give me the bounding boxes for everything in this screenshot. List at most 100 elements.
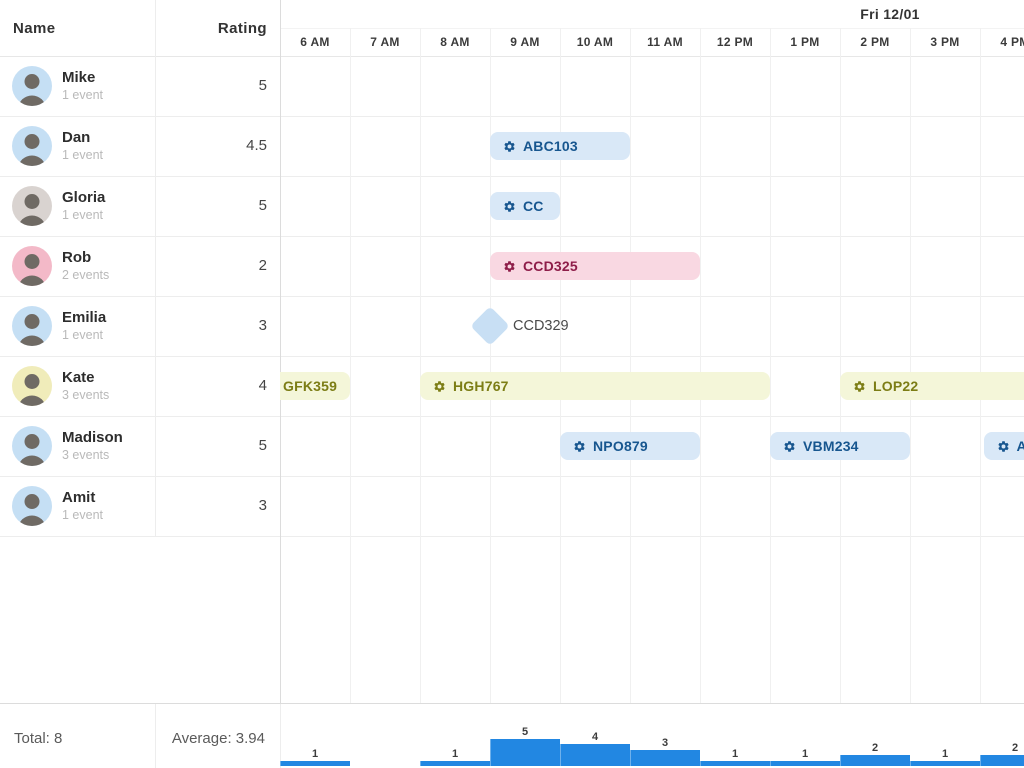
person-silhouette-icon: [12, 126, 52, 166]
event-label: GFK359: [283, 378, 337, 394]
person-silhouette-icon: [12, 306, 52, 346]
resource-event-count: 2 events: [62, 268, 109, 282]
resource-row: Gloria 1 event 5: [0, 176, 280, 236]
timeline-grid: ABC103 CC CCD325 CCD329 GFK359 HGH767 LOP22 NPO…: [280, 0, 1024, 703]
event-VBM234[interactable]: VBM234: [770, 432, 910, 460]
grid-line: [350, 28, 351, 703]
resource-rating: 4.5: [155, 137, 267, 154]
event-label: CCD325: [523, 258, 578, 274]
grid-line: [840, 28, 841, 703]
gear-icon: [853, 380, 866, 393]
gear-icon: [433, 380, 446, 393]
histogram-bar: [630, 750, 700, 767]
avatar: [12, 486, 52, 526]
resource-row: Mike1 event5: [0, 56, 280, 116]
gear-icon: [503, 260, 516, 273]
grid-line: [700, 28, 701, 703]
resource-name: Dan: [62, 129, 90, 146]
event-histogram: 1154311212: [280, 704, 1024, 768]
resource-row: Amit 1 event 3: [0, 476, 280, 536]
summary-average: Average: 3.94: [155, 730, 265, 747]
resource-event-count: 1 event: [62, 328, 103, 342]
event-label: LOP22: [873, 378, 918, 394]
grid-line: [770, 28, 771, 703]
name-column-header: Name: [13, 20, 55, 37]
avatar: [12, 126, 52, 166]
event-NPO879[interactable]: NPO879: [560, 432, 700, 460]
event-HGH767[interactable]: HGH767: [420, 372, 770, 400]
histogram-bar: [840, 755, 910, 766]
rating-column-header: Rating: [155, 20, 267, 37]
resource-row: Kate3 events4: [0, 356, 280, 416]
histogram-bar: [490, 739, 560, 767]
event-label: A: [1017, 438, 1024, 454]
event-label: HGH767: [453, 378, 509, 394]
avatar: [12, 246, 52, 286]
event-CC[interactable]: CC: [490, 192, 560, 220]
gear-icon: [503, 140, 516, 153]
resource-row: Dan1 event4.5: [0, 116, 280, 176]
person-silhouette-icon: [12, 366, 52, 406]
person-silhouette-icon: [12, 186, 52, 226]
avatar: [12, 66, 52, 106]
milestone-CCD329[interactable]: [470, 306, 510, 346]
grid-line: [910, 28, 911, 703]
summary-total: Total: 8: [14, 730, 62, 747]
event-CCD325[interactable]: CCD325: [490, 252, 700, 280]
histogram-bar: [700, 761, 770, 767]
resource-rating: 3: [155, 497, 267, 514]
histogram-bar: [770, 761, 840, 767]
histogram-value: 1: [700, 748, 770, 760]
histogram-value: 2: [980, 742, 1024, 754]
avatar: [12, 426, 52, 466]
histogram-bar: [420, 761, 490, 767]
resource-name: Emilia: [62, 309, 106, 326]
resource-row: Rob2 events2: [0, 236, 280, 296]
resource-row: Emilia1 event3: [0, 296, 280, 356]
histogram-value: 4: [560, 731, 630, 743]
resource-event-count: 3 events: [62, 388, 109, 402]
histogram-value: 1: [910, 748, 980, 760]
event-LOP22[interactable]: LOP22: [840, 372, 1024, 400]
histogram-value: 1: [420, 748, 490, 760]
avatar: [12, 306, 52, 346]
event-label: VBM234: [803, 438, 859, 454]
event-label: CC: [523, 198, 544, 214]
milestone-label: CCD329: [513, 311, 569, 341]
gear-icon: [503, 200, 516, 213]
grid-line: [490, 28, 491, 703]
person-silhouette-icon: [12, 246, 52, 286]
event-GFK359[interactable]: GFK359: [280, 372, 350, 400]
gear-icon: [573, 440, 586, 453]
resource-event-count: 1 event: [62, 508, 103, 522]
gear-icon: [783, 440, 796, 453]
scheduler-app: Fri 12/01 6 AM7 AM8 AM9 AM10 AM11 AM12 P…: [0, 0, 1024, 768]
resource-name: Kate: [62, 369, 95, 386]
person-silhouette-icon: [12, 426, 52, 466]
grid-line: [980, 28, 981, 703]
event-label: ABC103: [523, 138, 578, 154]
person-silhouette-icon: [12, 66, 52, 106]
event-ABC103[interactable]: ABC103: [490, 132, 630, 160]
event-A[interactable]: A: [984, 432, 1024, 460]
grid-line: [420, 28, 421, 703]
resource-row: Madison3 events5: [0, 416, 280, 476]
histogram-value: 2: [840, 742, 910, 754]
avatar: [12, 366, 52, 406]
person-silhouette-icon: [12, 486, 52, 526]
gear-icon: [997, 440, 1010, 453]
histogram-value: 1: [770, 748, 840, 760]
histogram-value: 5: [490, 726, 560, 738]
event-label: NPO879: [593, 438, 648, 454]
resource-name: Amit: [62, 489, 95, 506]
resource-name: Mike: [62, 69, 95, 86]
resource-name: Gloria: [62, 189, 105, 206]
grid-line: [560, 28, 561, 703]
histogram-value: 1: [280, 748, 350, 760]
resource-rating: 5: [155, 437, 267, 454]
resource-event-count: 1 event: [62, 208, 103, 222]
resource-name: Rob: [62, 249, 91, 266]
resource-rating: 5: [155, 197, 267, 214]
resource-name: Madison: [62, 429, 123, 446]
histogram-value: 3: [630, 737, 700, 749]
